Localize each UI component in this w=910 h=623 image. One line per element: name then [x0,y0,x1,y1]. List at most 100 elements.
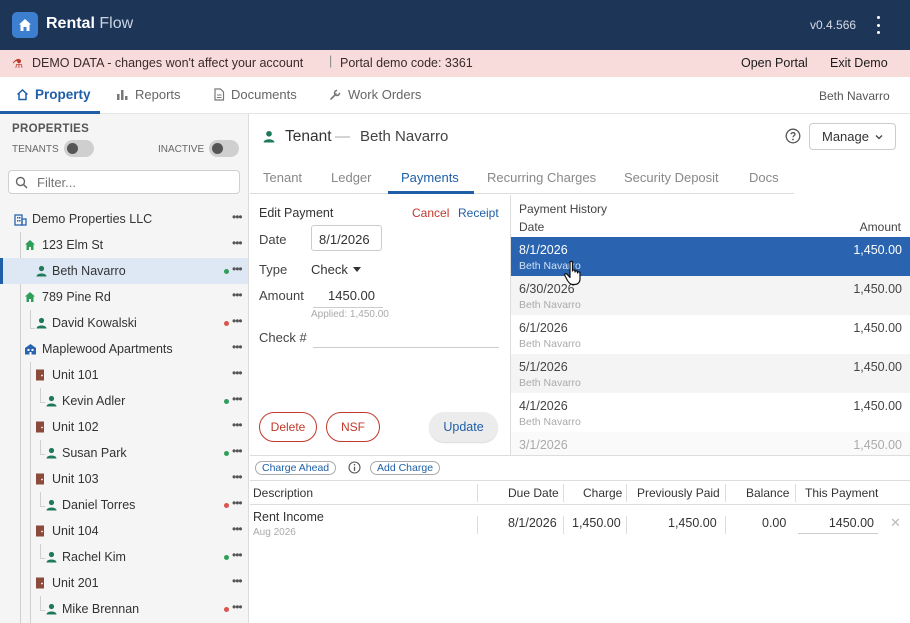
tree-item-company[interactable]: Demo Properties LLC ••• [0,206,248,232]
door-icon [36,369,44,381]
charges-toolbar: Charge Ahead Add Charge [250,455,910,480]
tab-tenant[interactable]: Tenant [263,170,302,185]
column-header-date: Date [519,220,545,234]
more-icon[interactable]: ••• [232,418,243,432]
more-icon[interactable]: ••• [232,210,243,224]
app-name: Rental Flow [46,15,133,33]
tenants-toggle[interactable] [64,140,94,157]
more-icon[interactable]: ••• [232,522,243,536]
payment-row[interactable]: 3/1/2026 1,450.00 [511,432,910,455]
nav-work-orders[interactable]: Work Orders [329,87,421,102]
payment-date: 3/1/2026 [519,438,568,452]
more-icon[interactable]: ••• [232,600,243,614]
receipt-link[interactable]: Receipt [458,206,499,220]
tree-item-unit[interactable]: Unit 201 ••• [0,570,248,596]
nav-property[interactable]: Property [16,87,91,102]
tab-security-deposit[interactable]: Security Deposit [624,170,719,185]
tab-docs[interactable]: Docs [749,170,779,185]
more-menu-icon[interactable] [872,16,884,34]
tree-item-label: Mike Brennan [62,602,140,616]
this-payment-input[interactable] [798,512,878,534]
tree-item-label: Beth Navarro [52,264,126,278]
tab-payments[interactable]: Payments [401,170,459,185]
tab-recurring-charges[interactable]: Recurring Charges [487,170,596,185]
more-icon[interactable]: ••• [232,392,243,406]
status-dot-green [224,451,229,456]
charge-row: Rent Income Aug 2026 8/1/2026 1,450.00 1… [250,506,910,542]
tree-item-unit[interactable]: Unit 101 ••• [0,362,248,388]
tree-item-tenant[interactable]: David Kowalski ••• [0,310,248,336]
tree-item-unit[interactable]: Unit 103 ••• [0,466,248,492]
top-bar: Rental Flow v0.4.566 [0,0,910,50]
nsf-button[interactable]: NSF [326,412,380,442]
manage-button[interactable]: Manage [809,123,896,150]
tree-item-unit[interactable]: Unit 104 ••• [0,518,248,544]
payment-date: 5/1/2026 [519,360,568,374]
status-dot-red [224,503,229,508]
tree-item-property[interactable]: 123 Elm St ••• [0,232,248,258]
door-icon [36,577,44,589]
tree-item-tenant[interactable]: Susan Park ••• [0,440,248,466]
tree-item-unit[interactable]: Unit 102 ••• [0,414,248,440]
more-icon[interactable]: ••• [232,288,243,302]
payment-row[interactable]: 4/1/2026 Beth Navarro 1,450.00 [511,393,910,432]
add-charge-button[interactable]: Add Charge [370,461,441,475]
house-icon [25,292,35,302]
charge-ahead-button[interactable]: Charge Ahead [255,461,337,475]
applied-amount: Applied: 1,450.00 [311,309,389,320]
more-icon[interactable]: ••• [232,470,243,484]
more-icon[interactable]: ••• [232,496,243,510]
filter-input[interactable] [37,174,227,191]
payment-amount: 1,450.00 [853,243,902,257]
nav-documents-label: Documents [231,87,297,102]
nav-documents[interactable]: Documents [213,87,297,102]
current-user[interactable]: Beth Navarro [819,89,890,103]
col-previously-paid: Previously Paid [637,486,720,500]
tree-item-tenant[interactable]: Beth Navarro ••• [0,258,248,284]
remove-charge-icon[interactable]: ✕ [890,515,901,531]
more-icon[interactable]: ••• [232,548,243,562]
update-button[interactable]: Update [429,412,498,442]
page-title: Tenant [285,128,332,145]
cancel-link[interactable]: Cancel [412,206,449,220]
payment-payer: Beth Navarro [519,299,581,311]
more-icon[interactable]: ••• [232,340,243,354]
tab-ledger[interactable]: Ledger [331,170,371,185]
check-number-field[interactable] [313,347,499,348]
tree-item-tenant[interactable]: Mike Brennan ••• [0,596,248,622]
home-logo-icon[interactable] [12,12,38,38]
tab-active-indicator [388,191,474,194]
open-portal-link[interactable]: Open Portal [741,56,808,70]
bar-chart-icon [117,90,128,100]
help-icon[interactable] [785,128,801,144]
amount-field[interactable]: 1450.00 [328,288,375,303]
tree-item-tenant[interactable]: Kevin Adler ••• [0,388,248,414]
person-icon [46,603,57,615]
amount-label: Amount [259,288,304,303]
delete-button[interactable]: Delete [259,412,317,442]
more-icon[interactable]: ••• [232,574,243,588]
more-icon[interactable]: ••• [232,366,243,380]
tree-item-property[interactable]: 789 Pine Rd ••• [0,284,248,310]
info-icon[interactable] [348,461,361,474]
tree-item-tenant[interactable]: Rachel Kim ••• [0,544,248,570]
inactive-toggle[interactable] [209,140,239,157]
type-select[interactable]: Check [311,262,361,277]
date-field[interactable]: 8/1/2026 [311,225,382,251]
payment-row[interactable]: 5/1/2026 Beth Navarro 1,450.00 [511,354,910,393]
tree-item-building[interactable]: Maplewood Apartments ••• [0,336,248,362]
payment-row[interactable]: 6/1/2026 Beth Navarro 1,450.00 [511,315,910,354]
more-icon[interactable]: ••• [232,262,243,276]
more-icon[interactable]: ••• [232,236,243,250]
tree-item-tenant[interactable]: Daniel Torres ••• [0,492,248,518]
exit-demo-link[interactable]: Exit Demo [830,56,888,70]
tree-item-label: Unit 102 [52,420,99,434]
document-icon [214,88,225,101]
more-icon[interactable]: ••• [232,444,243,458]
more-icon[interactable]: ••• [232,314,243,328]
nav-reports[interactable]: Reports [116,87,181,102]
apartment-icon [25,344,36,355]
tree-item-label: Unit 103 [52,472,99,486]
company-icon [14,214,27,226]
tenants-toggle-label: TENANTS [12,144,59,155]
